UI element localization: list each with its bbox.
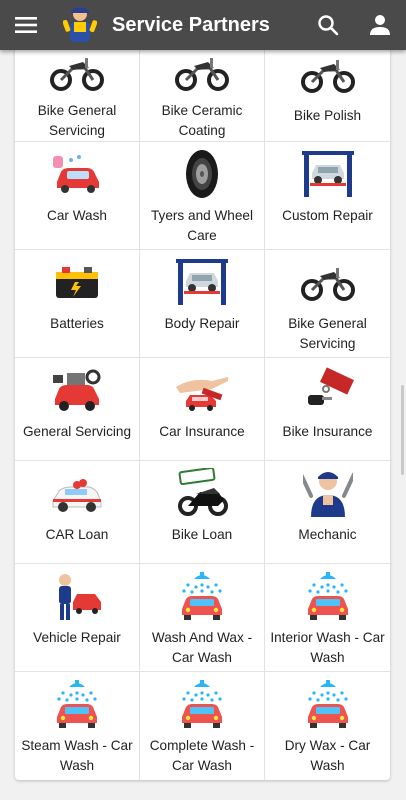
service-tile[interactable]: CAR Loan [15, 461, 140, 564]
service-tile-label: Car Wash [47, 208, 107, 223]
service-tile-label: Bike Polish [293, 108, 362, 123]
motorbike-icon [298, 256, 358, 308]
service-tile[interactable]: Custom Repair [265, 142, 390, 250]
service-tile[interactable]: General Servicing [15, 358, 140, 461]
scrollbar[interactable] [401, 385, 404, 475]
approved-bike-icon [172, 467, 232, 519]
service-tile-label: Steam Wash - Car Wash [21, 738, 133, 773]
service-tile-label: Interior Wash - Car Wash [270, 630, 385, 665]
mechanic-logo-icon [63, 7, 97, 42]
service-tile[interactable]: Bike Polish [265, 50, 390, 142]
service-tile[interactable]: Bike Insurance [265, 358, 390, 461]
service-tile-label: Wash And Wax - Car Wash [151, 630, 253, 665]
service-tile[interactable]: Interior Wash - Car Wash [265, 564, 390, 672]
service-tile[interactable]: Body Repair [140, 250, 265, 358]
car-wash-shower-icon [298, 570, 358, 622]
app-bar: Service Partners [0, 0, 406, 50]
service-tile[interactable]: Bike General Servicing [15, 50, 140, 142]
motorbike-icon [298, 50, 358, 100]
page-title: Service Partners [112, 13, 270, 36]
service-tile-label: Body Repair [164, 316, 240, 331]
service-tile-label: Batteries [50, 316, 104, 331]
service-tile[interactable]: Bike Ceramic Coating [140, 50, 265, 142]
tyre-icon [172, 148, 232, 200]
hand-car-insurance-icon [172, 364, 232, 416]
service-tile-label: Bike Ceramic Coating [161, 103, 243, 138]
services-list: Bike General Servicing Bike Ceramic Coati… [0, 50, 406, 800]
service-tile-label: Car Insurance [159, 424, 245, 439]
car-wash-shower-icon [172, 570, 232, 622]
car-wash-shower-icon [172, 678, 232, 730]
car-engine-icon [47, 364, 107, 416]
mechanic-icon [298, 467, 358, 519]
menu-button[interactable] [0, 0, 52, 50]
service-tile[interactable]: Dry Wax - Car Wash [265, 672, 390, 780]
service-tile[interactable]: Car Insurance [140, 358, 265, 461]
service-tile-label: Tyers and Wheel Care [151, 208, 253, 243]
service-tile[interactable]: Vehicle Repair [15, 564, 140, 672]
mechanic-car-icon [47, 570, 107, 622]
service-tile[interactable]: Complete Wash - Car Wash [140, 672, 265, 780]
service-tile-label: Vehicle Repair [33, 630, 121, 645]
service-tile[interactable]: Bike Loan [140, 461, 265, 564]
car-wash-shower-icon [47, 678, 107, 730]
service-tile[interactable]: Bike General Servicing [265, 250, 390, 358]
service-tile-label: Bike Insurance [282, 424, 373, 439]
service-tile-label: Bike General Servicing [288, 316, 367, 351]
service-tile-label: Mechanic [298, 527, 357, 542]
service-tile[interactable]: Car Wash [15, 142, 140, 250]
service-tile-label: Dry Wax - Car Wash [284, 738, 371, 773]
motorbike-icon [172, 50, 232, 95]
services-grid: Bike General Servicing Bike Ceramic Coati… [15, 50, 390, 780]
search-icon [318, 15, 339, 36]
service-tile[interactable]: Tyers and Wheel Care [140, 142, 265, 250]
service-tile[interactable]: Wash And Wax - Car Wash [140, 564, 265, 672]
service-tile-label: Bike General Servicing [37, 103, 117, 138]
service-tile-label: Bike Loan [171, 527, 233, 542]
app-logo [60, 3, 100, 47]
service-tile-label: General Servicing [22, 424, 132, 439]
account-icon [370, 15, 390, 35]
car-lift-icon [172, 256, 232, 308]
car-wash-shower-icon [298, 678, 358, 730]
service-tile[interactable]: Mechanic [265, 461, 390, 564]
car-lift-icon [298, 148, 358, 200]
motorbike-icon [47, 50, 107, 95]
service-tile[interactable]: Batteries [15, 250, 140, 358]
car-wash-icon [47, 148, 107, 200]
hamburger-menu-icon [15, 17, 37, 33]
search-button[interactable] [302, 0, 354, 50]
account-button[interactable] [354, 0, 406, 50]
car-gift-icon [47, 467, 107, 519]
service-tile[interactable]: Steam Wash - Car Wash [15, 672, 140, 780]
service-tile-label: Complete Wash - Car Wash [149, 738, 255, 773]
key-insurance-tag-icon [298, 364, 358, 416]
battery-icon [47, 256, 107, 308]
service-tile-label: CAR Loan [45, 527, 109, 542]
service-tile-label: Custom Repair [282, 208, 373, 223]
